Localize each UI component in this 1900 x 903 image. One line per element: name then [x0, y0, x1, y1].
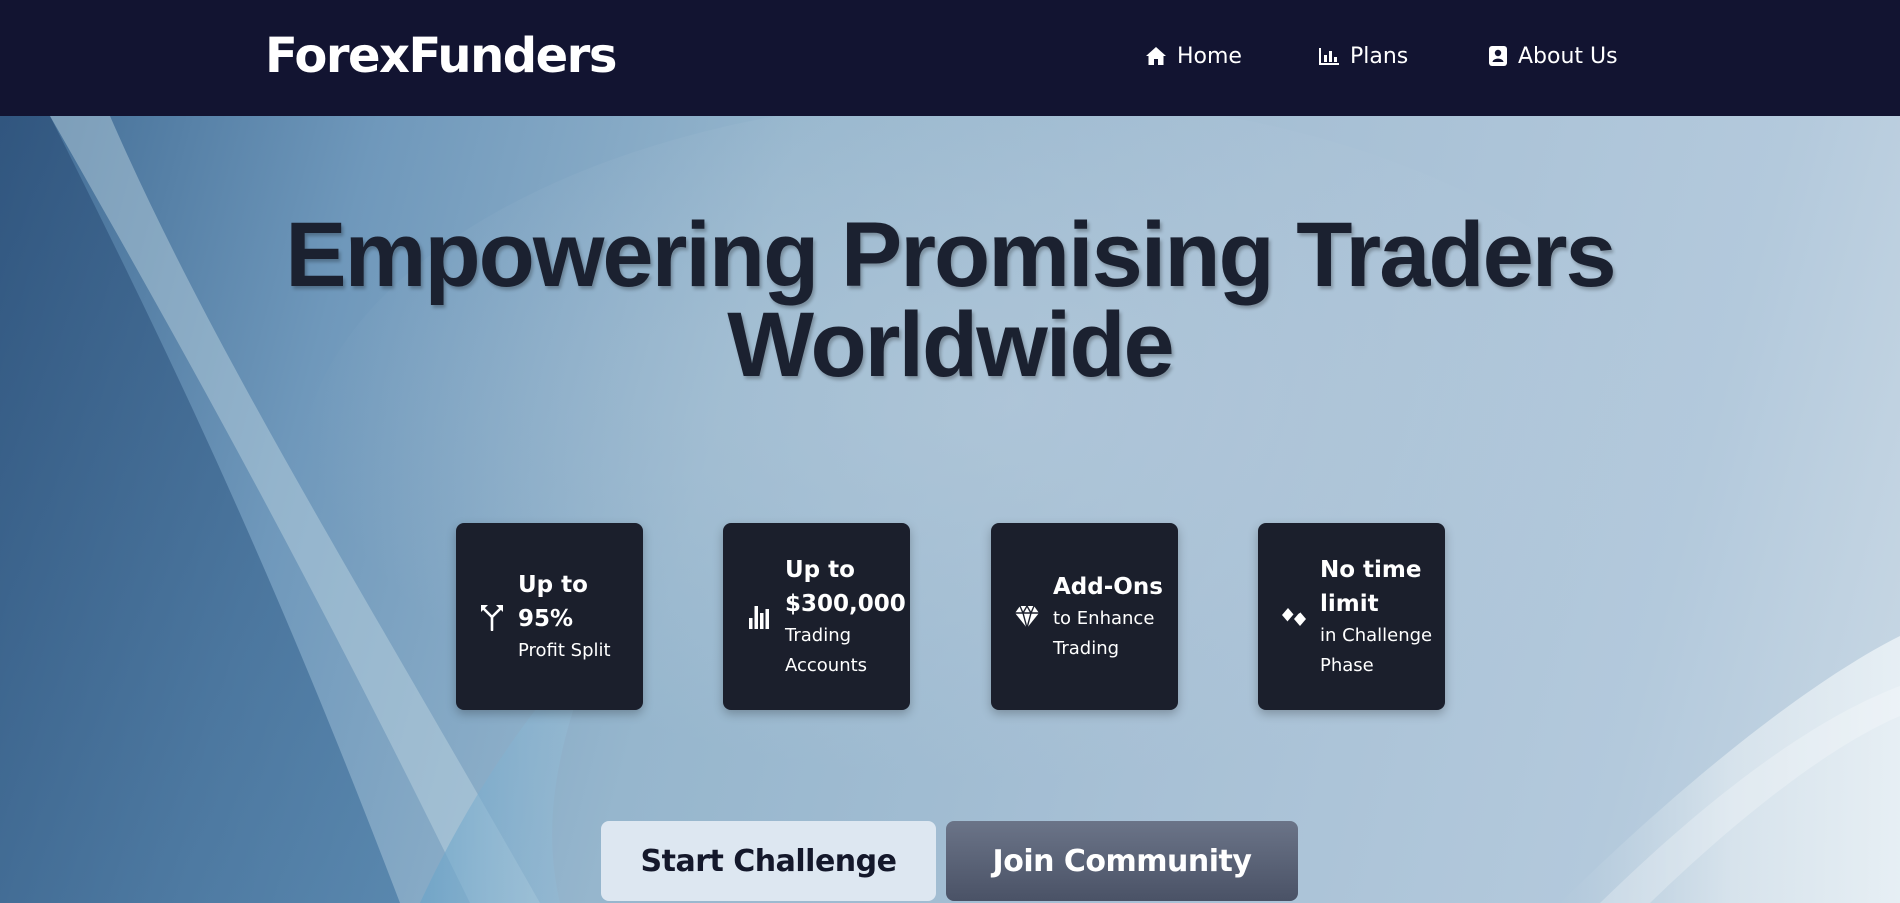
hero-headline-line-1: Empowering Promising Traders [285, 204, 1616, 306]
feature-card-no-time-limit: No time limit in Challenge Phase [1258, 523, 1445, 710]
feature-title: Up to [518, 571, 588, 598]
brand-logo[interactable]: ForexFunders [265, 26, 617, 86]
hero-section: Empowering Promising Traders Worldwide [0, 116, 1900, 903]
feature-description: Phase [1320, 654, 1374, 676]
join-community-button[interactable]: Join Community [946, 821, 1298, 901]
feature-title: limit [1320, 590, 1379, 617]
hero-headline-line-2: Worldwide [727, 294, 1174, 396]
feature-card-add-ons: Add-Ons to Enhance Trading [991, 523, 1178, 710]
nav-plans-label: Plans [1350, 43, 1409, 69]
top-navbar: ForexFunders Home Plans About Us [0, 0, 1900, 116]
bar-chart-icon [1318, 46, 1340, 66]
feature-description: Accounts [785, 654, 868, 676]
feature-title: Add-Ons [1053, 573, 1163, 600]
diamond-icon [1013, 604, 1041, 629]
feature-description: Trading [785, 624, 852, 646]
nav-item-plans[interactable]: Plans [1318, 40, 1408, 72]
feature-title: Up to [785, 556, 855, 583]
feature-card-trading-accounts: Up to $300,000 Trading Accounts [723, 523, 910, 710]
nav-item-home[interactable]: Home [1145, 40, 1242, 72]
nav-about-label: About Us [1518, 43, 1618, 69]
bar-chart-icon [745, 604, 773, 630]
feature-title: 95% [518, 605, 574, 632]
feature-description: Trading [1053, 637, 1120, 659]
start-challenge-button[interactable]: Start Challenge [601, 821, 936, 901]
nav-item-about-us[interactable]: About Us [1488, 40, 1618, 72]
feature-card-profit-split: Up to 95% Profit Split [456, 523, 643, 710]
split-arrows-icon [478, 603, 506, 631]
hero-headline: Empowering Promising Traders Worldwide [0, 204, 1900, 396]
feature-title: No time [1320, 556, 1422, 583]
home-icon [1145, 46, 1167, 66]
infinity-diamond-icon [1280, 606, 1308, 628]
feature-description: to Enhance [1053, 607, 1155, 629]
feature-title: $300,000 [785, 590, 906, 617]
feature-description: in Challenge [1320, 624, 1433, 646]
contact-card-icon [1488, 45, 1508, 67]
feature-description: Profit Split [518, 639, 611, 661]
nav-home-label: Home [1177, 43, 1242, 69]
